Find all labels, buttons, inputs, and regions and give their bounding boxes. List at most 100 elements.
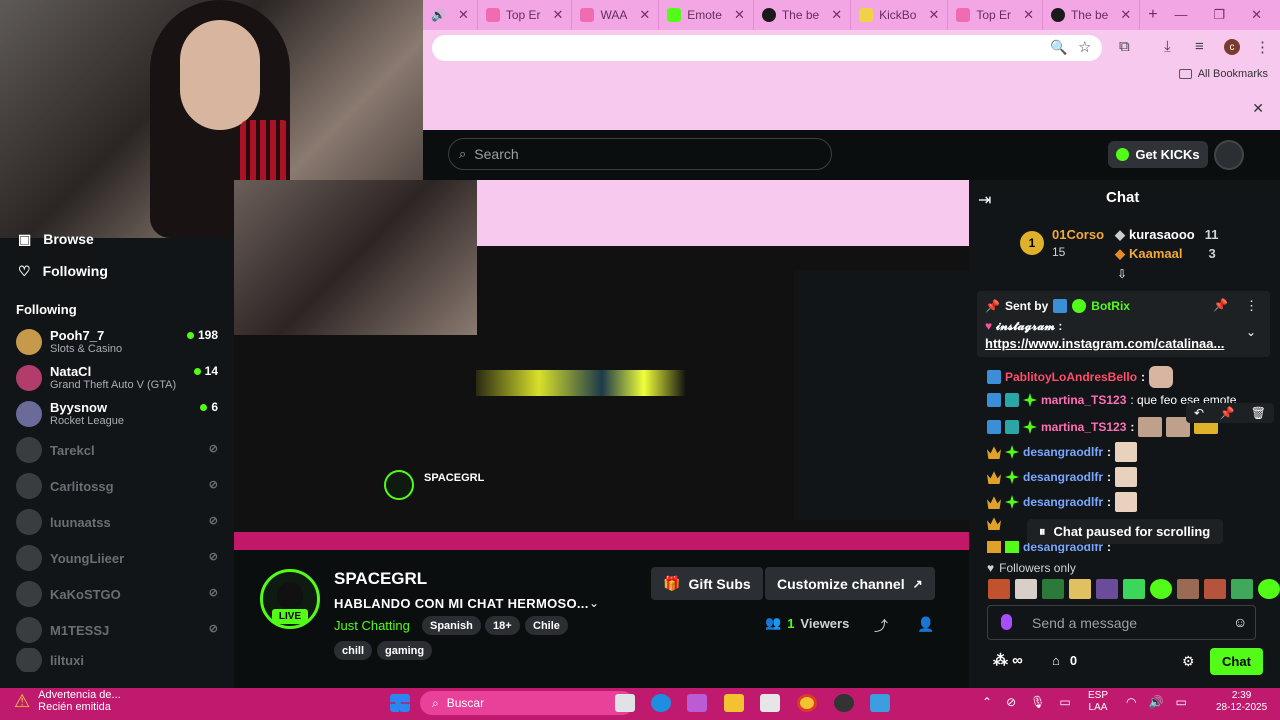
download-icon[interactable]: ⤓ [1164, 38, 1171, 55]
emoji-icon[interactable]: ☺ [1233, 614, 1247, 630]
reply-icon[interactable]: ↶ [1194, 406, 1204, 420]
sidebar-item-byysnow[interactable]: Byysnow Rocket League 6 [0, 396, 234, 432]
nav-following[interactable]: ♡ Following [0, 256, 234, 286]
user-avatar[interactable] [1214, 140, 1244, 170]
leader-entry[interactable]: ◆ Kaamaal 3 [1115, 246, 1216, 262]
chat-message[interactable]: desangraodlfr: [987, 442, 1138, 462]
app-icon[interactable] [870, 694, 890, 712]
expand-leaderboard-icon[interactable]: ⇩ [1117, 267, 1127, 281]
pin-icon[interactable]: 📌 [1213, 298, 1228, 312]
sidebar-item-liltuxi[interactable]: liltuxi [0, 648, 234, 672]
close-icon[interactable]: ✕ [1023, 7, 1034, 23]
emote-icon[interactable] [1231, 579, 1253, 599]
chevron-up-icon[interactable]: ⌃ [982, 695, 992, 709]
delete-icon[interactable]: 🗑 [1251, 406, 1266, 420]
bot-name[interactable]: BotRix [1091, 299, 1130, 313]
media-icon[interactable]: ≡ [1195, 38, 1204, 55]
close-icon[interactable]: ✕ [831, 7, 842, 23]
network-off-icon[interactable]: ⊘ [1006, 695, 1016, 709]
sidebar-item-kakostgo[interactable]: KaKoSTGO ⊘ [0, 576, 234, 612]
emote-icon[interactable] [1258, 579, 1280, 599]
file-explorer-icon[interactable] [724, 694, 744, 712]
nav-browse[interactable]: ▣ Browse [0, 230, 234, 248]
search-input[interactable]: ⌕ Search [448, 138, 832, 170]
tag-chill[interactable]: chill [334, 641, 373, 660]
close-icon[interactable]: ✕ [639, 7, 650, 23]
browser-tab[interactable]: The be ✕ [1043, 0, 1141, 30]
stream-video-player[interactable]: SPACEGRL [234, 180, 969, 550]
chat-message[interactable]: PablitoyLoAndresBello: [987, 366, 1174, 388]
gift-subs-button[interactable]: 🎁 Gift Subs [651, 567, 763, 600]
emote-icon[interactable] [1177, 579, 1199, 599]
sidebar-item-pooh7-7[interactable]: Pooh7_7 Slots & Casino 198 [0, 324, 234, 360]
community-points-icon[interactable]: ⁂ ∞ [993, 651, 1023, 669]
send-message-input[interactable]: Send a message [987, 605, 1256, 640]
close-banner-icon[interactable]: ✕ [1252, 100, 1264, 117]
menu-kebab-icon[interactable]: ⋮ [1255, 38, 1270, 56]
microphone-icon[interactable]: 🎙 [1030, 695, 1045, 709]
chat-message[interactable]: martina_TS123: [987, 417, 1219, 437]
category-link[interactable]: Just Chatting [334, 618, 410, 633]
pinned-link[interactable]: https://www.instagram.com/catalinaa... [985, 336, 1224, 351]
close-icon[interactable]: ✕ [928, 7, 939, 23]
browser-tab[interactable]: Emote ✕ [659, 0, 754, 30]
taskbar-clock[interactable]: 2:39 28-12-2025 [1216, 690, 1267, 714]
copilot-icon[interactable] [687, 694, 707, 712]
tag-spanish[interactable]: Spanish [422, 616, 481, 635]
tag-chile[interactable]: Chile [525, 616, 568, 635]
emote-icon[interactable] [1042, 579, 1064, 599]
browser-tab[interactable]: Top Er ✕ [478, 0, 573, 30]
leader-name[interactable]: 01Corso [1052, 227, 1104, 242]
taskbar-search[interactable]: ⌕ Buscar [420, 691, 634, 715]
chevron-down-icon[interactable]: ⌄ [589, 596, 599, 610]
obs-icon[interactable] [834, 694, 854, 712]
points-counter[interactable]: ⌂ 0 [1052, 653, 1077, 668]
settings-gear-icon[interactable]: ⚙ [1182, 653, 1195, 670]
browser-tab[interactable]: The be ✕ [754, 0, 852, 30]
emote-icon[interactable] [1204, 579, 1226, 599]
emote-icon[interactable] [1096, 579, 1118, 599]
sidebar-item-tarekcl[interactable]: Tarekcl ⊘ [0, 432, 234, 468]
task-view-icon[interactable] [615, 694, 635, 712]
channel-name[interactable]: SPACEGRL [334, 569, 427, 589]
emote-icon[interactable] [1015, 579, 1037, 599]
store-icon[interactable] [760, 694, 780, 712]
tag-18plus[interactable]: 18+ [485, 616, 520, 635]
close-icon[interactable]: ✕ [553, 7, 564, 23]
extensions-icon[interactable]: ⧉ [1119, 38, 1130, 55]
chrome-icon[interactable] [797, 694, 817, 712]
sidebar-item-carlitossg[interactable]: Carlitossg ⊘ [0, 468, 234, 504]
chat-send-button[interactable]: Chat [1210, 648, 1263, 675]
quick-settings[interactable]: ◠ 🔊 ▭ [1126, 695, 1187, 709]
edge-icon[interactable] [651, 694, 671, 712]
tag-gaming[interactable]: gaming [377, 641, 433, 660]
maximize-icon[interactable]: ❐ [1213, 7, 1225, 23]
chat-message[interactable]: desangraodlfr: [987, 467, 1138, 487]
emote-icon[interactable] [1069, 579, 1091, 599]
collapse-chat-icon[interactable]: ⇥ [978, 190, 991, 210]
bookmark-star-icon[interactable]: ☆ [1078, 38, 1091, 56]
browser-tab[interactable]: 🔊 ✕ [423, 0, 478, 30]
browser-tab[interactable]: KickBo ✕ [851, 0, 949, 30]
display-icon[interactable]: ▭ [1059, 695, 1070, 709]
microphone-icon[interactable] [1001, 614, 1012, 630]
sidebar-item-luunaatss[interactable]: luunaatss ⊘ [0, 504, 234, 540]
sidebar-item-youngliieer[interactable]: YoungLiieer ⊘ [0, 540, 234, 576]
close-icon[interactable]: ✕ [734, 7, 745, 23]
language-indicator[interactable]: ESP LAA [1088, 690, 1108, 714]
url-field[interactable] [432, 35, 1102, 61]
close-window-icon[interactable]: ✕ [1251, 7, 1262, 23]
close-icon[interactable]: ✕ [1120, 7, 1131, 23]
taskbar-notification[interactable]: ⚠ Advertencia de... Recién emitida [14, 689, 121, 713]
customize-channel-button[interactable]: Customize channel ↗ [765, 567, 935, 600]
follow-icon[interactable]: 👤 [917, 616, 934, 633]
close-icon[interactable]: ✕ [458, 7, 469, 23]
more-options-icon[interactable]: ⋮ [1245, 298, 1258, 314]
browser-tab[interactable]: Top Er ✕ [948, 0, 1043, 30]
all-bookmarks-link[interactable]: All Bookmarks [1198, 68, 1268, 80]
emote-icon[interactable] [988, 579, 1010, 599]
browser-tab[interactable]: WAA ✕ [572, 0, 660, 30]
share-icon[interactable]: ⤴ [874, 616, 888, 636]
profile-avatar[interactable]: c [1224, 39, 1240, 55]
sidebar-item-natacl[interactable]: NataCl Grand Theft Auto V (GTA) 14 [0, 360, 234, 396]
